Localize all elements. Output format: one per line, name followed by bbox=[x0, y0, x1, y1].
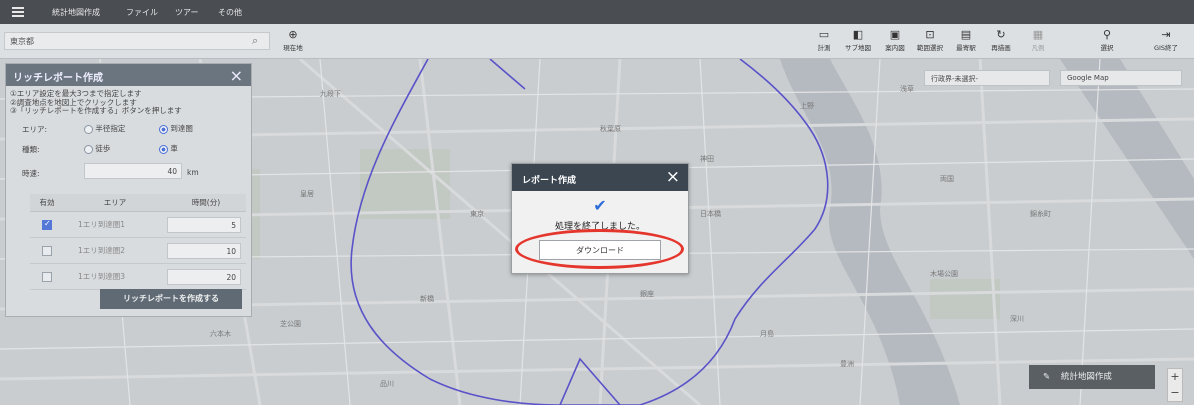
map-label: 木場公園 bbox=[930, 270, 958, 278]
map-label: 東京 bbox=[470, 210, 484, 218]
legend-button[interactable]: ▦ 凡例 bbox=[1019, 28, 1057, 56]
zoom-out-button[interactable]: − bbox=[1168, 385, 1182, 401]
area-name: 1エリ到達圏2 bbox=[64, 237, 166, 264]
enable-checkbox[interactable] bbox=[42, 245, 52, 256]
minutes-input[interactable]: 10 bbox=[167, 242, 241, 259]
measure-button[interactable]: ▭ 計測 bbox=[805, 28, 843, 56]
map-label: 浅草 bbox=[900, 85, 914, 93]
map-label: 月島 bbox=[760, 330, 774, 338]
menu-bar: 統計地図作成 ファイル ツアー その他 bbox=[0, 0, 1194, 24]
map-label: 日本橋 bbox=[700, 210, 721, 218]
zoom-control: + − bbox=[1167, 368, 1183, 402]
car-radio[interactable] bbox=[159, 144, 168, 154]
instruction-line: ③「リッチレポートを作成する」ボタンを押します bbox=[10, 106, 182, 115]
map-label: 深川 bbox=[1010, 315, 1024, 323]
station-icon: ▤ bbox=[960, 28, 972, 41]
map-label: 皇居 bbox=[300, 190, 314, 198]
enable-checkbox[interactable] bbox=[42, 271, 52, 282]
layer-select[interactable]: 行政界-未選択- bbox=[924, 70, 1050, 86]
redraw-button[interactable]: ↻ 再描画 bbox=[982, 28, 1020, 56]
table-row: 1エリ到達圏1 5 bbox=[30, 211, 246, 238]
dialog-title: レポート作成 bbox=[512, 164, 688, 191]
map-label: 上野 bbox=[800, 102, 814, 110]
base-map-select[interactable]: Google Map bbox=[1060, 70, 1182, 86]
map-label: 豊洲 bbox=[840, 360, 854, 368]
panel-title: リッチレポート作成 bbox=[6, 64, 251, 86]
column-header: 有効 bbox=[30, 194, 64, 212]
area-row: エリア: bbox=[22, 124, 47, 135]
guide-map-icon: ▣ bbox=[889, 28, 901, 41]
type-label: 種類: bbox=[22, 145, 40, 154]
menu-item-file[interactable]: ファイル bbox=[126, 7, 158, 18]
search-icon[interactable]: ⌕ bbox=[252, 34, 266, 48]
radius-radio[interactable] bbox=[84, 124, 93, 134]
menu-item-tour[interactable]: ツアー bbox=[175, 7, 199, 18]
reach-option[interactable]: 到達圏 bbox=[159, 123, 193, 134]
area-table: 有効 エリア 時間(分) 1エリ到達圏1 5 1エリ到達圏2 10 1エリ到達圏… bbox=[30, 194, 246, 290]
guide-map-button[interactable]: ▣ 案内図 bbox=[876, 28, 914, 56]
walk-radio[interactable] bbox=[84, 144, 93, 154]
menu-item-stat-map[interactable]: 統計地図作成 bbox=[52, 7, 100, 18]
toolbar: 東京都 ⌕ ⊕ 現在地 ▭ 計測 ◧ サブ地図 ▣ 案内図 ⊡ 範囲選択 ▤ 最寄駅 ↻ 再描… bbox=[0, 24, 1194, 59]
speed-input[interactable]: 40 bbox=[84, 163, 182, 179]
map-label: 九段下 bbox=[320, 90, 341, 98]
crosshair-icon: ⊕ bbox=[288, 28, 298, 41]
reach-radio[interactable] bbox=[159, 124, 168, 134]
enable-checkbox[interactable] bbox=[42, 219, 52, 230]
checkmark-icon: ✔ bbox=[593, 196, 607, 215]
map-label: 神田 bbox=[700, 155, 714, 163]
range-select-icon: ⊡ bbox=[925, 28, 935, 41]
area-name: 1エリ到達圏3 bbox=[64, 263, 166, 290]
map-label: 銀座 bbox=[640, 290, 654, 298]
search-input[interactable]: 東京都 bbox=[4, 32, 270, 50]
map-label: 両国 bbox=[940, 175, 954, 183]
pencil-icon: ✎ bbox=[1043, 372, 1051, 382]
table-header-row: 有効 エリア 時間(分) bbox=[30, 194, 246, 212]
walk-option[interactable]: 徒歩 bbox=[84, 143, 110, 154]
ruler-icon: ▭ bbox=[818, 28, 830, 41]
table-row: 1エリ到達圏3 20 bbox=[30, 263, 246, 290]
hamburger-menu-icon[interactable] bbox=[12, 7, 24, 17]
instructions: ①エリア設定を最大3つまで指定します ②調査地点を地図上でクリックします ③「リ… bbox=[6, 86, 251, 116]
legend-icon: ▦ bbox=[1032, 28, 1044, 41]
rich-report-panel: リッチレポート作成 × ①エリア設定を最大3つまで指定します ②調査地点を地図上… bbox=[5, 63, 252, 317]
area-name: 1エリ到達圏1 bbox=[64, 211, 166, 238]
menu-item-other[interactable]: その他 bbox=[218, 7, 242, 18]
map-label: 品川 bbox=[380, 380, 394, 388]
sub-map-button[interactable]: ◧ サブ地図 bbox=[839, 28, 877, 56]
select-button[interactable]: ⚲ 選択 bbox=[1088, 28, 1126, 56]
map-label: 芝公園 bbox=[280, 320, 301, 328]
speed-unit: km bbox=[187, 168, 199, 177]
gis-exit-button[interactable]: ⇥ GIS終了 bbox=[1147, 28, 1185, 56]
map-label: 六本木 bbox=[210, 330, 231, 338]
exit-icon: ⇥ bbox=[1161, 28, 1171, 41]
map-label: 錦糸町 bbox=[1030, 210, 1051, 218]
table-row: 1エリ到達圏2 10 bbox=[30, 237, 246, 264]
column-header: 時間(分) bbox=[166, 194, 246, 212]
sub-map-icon: ◧ bbox=[852, 28, 864, 41]
minutes-input[interactable]: 20 bbox=[167, 268, 241, 285]
person-icon: ⚲ bbox=[1102, 28, 1112, 41]
refresh-icon: ↻ bbox=[996, 28, 1006, 41]
nearest-station-button[interactable]: ▤ 最寄駅 bbox=[947, 28, 985, 56]
stat-map-create-button[interactable]: ✎ 統計地図作成 bbox=[1029, 365, 1155, 389]
map-label: 新橋 bbox=[420, 295, 434, 303]
type-row: 種類: bbox=[22, 144, 40, 155]
map-label: 秋葉原 bbox=[600, 125, 621, 133]
speed-label: 時速: bbox=[22, 169, 40, 178]
current-location-button[interactable]: ⊕ 現在地 bbox=[274, 28, 312, 56]
create-rich-report-button[interactable]: リッチレポートを作成する bbox=[100, 289, 242, 309]
close-icon[interactable]: × bbox=[666, 167, 680, 187]
highlight-ring bbox=[515, 229, 684, 269]
minutes-input[interactable]: 5 bbox=[167, 216, 241, 233]
zoom-in-button[interactable]: + bbox=[1168, 369, 1182, 385]
radius-option[interactable]: 半径指定 bbox=[84, 123, 125, 134]
car-option[interactable]: 車 bbox=[159, 143, 178, 154]
close-icon[interactable]: × bbox=[230, 66, 243, 85]
column-header: エリア bbox=[64, 194, 166, 212]
area-label: エリア: bbox=[22, 125, 48, 134]
range-select-button[interactable]: ⊡ 範囲選択 bbox=[911, 28, 949, 56]
